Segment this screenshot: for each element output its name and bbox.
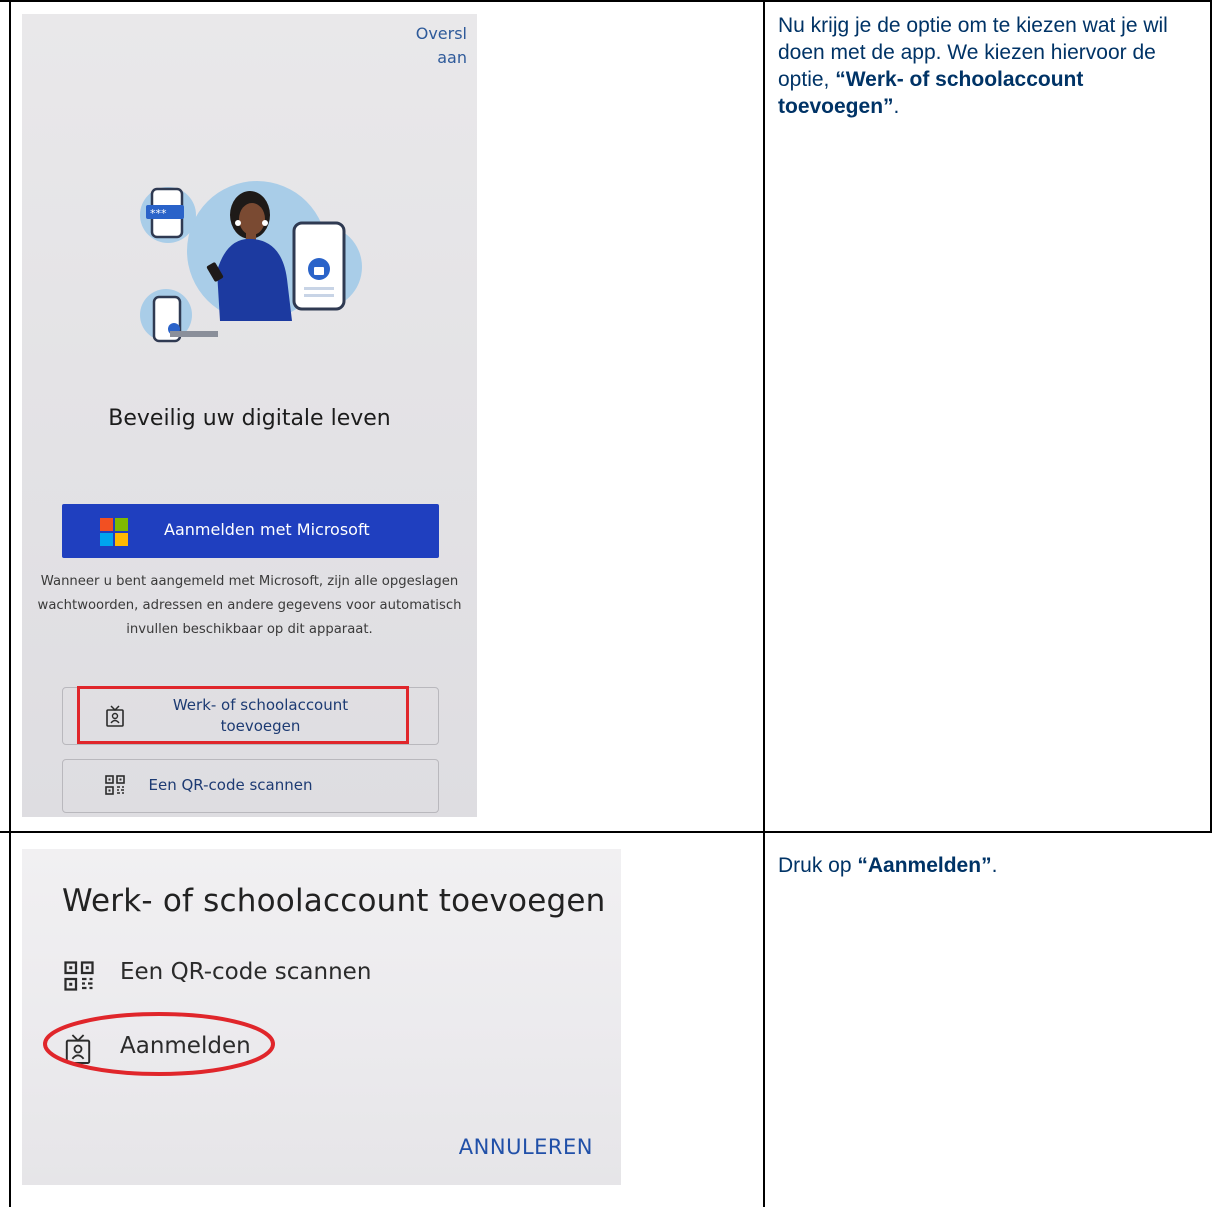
row2-instruction-end: . — [991, 854, 998, 877]
row1-instruction: Nu krijg je de optie om te kiezen wat je… — [778, 12, 1202, 120]
welcome-title: Beveilig uw digitale leven — [108, 406, 391, 431]
authenticator-welcome-screenshot: Oversl aan *** Beveilig uw digitale leve… — [22, 14, 477, 817]
table-border-left — [9, 0, 11, 1207]
qr-code-icon — [105, 775, 125, 795]
qr-code-icon — [64, 961, 94, 991]
scan-qr-code-label: Een QR-code scannen — [148, 776, 313, 794]
dialog-title: Werk- of schoolaccount toevoegen — [62, 883, 606, 919]
microsoft-logo-icon — [100, 518, 128, 546]
row2-instruction: Druk op “Aanmelden”. — [778, 852, 1202, 879]
security-illustration: *** — [140, 181, 362, 343]
scan-qr-code-option[interactable]: Een QR-code scannen — [64, 959, 404, 993]
row2-instruction-text: Druk op — [778, 854, 852, 877]
cancel-button[interactable]: ANNULEREN — [459, 1135, 593, 1159]
sign-in-description: Wanneer u bent aangemeld met Microsoft, … — [22, 570, 477, 642]
sign-in-microsoft-label: Aanmelden met Microsoft — [164, 520, 370, 539]
skip-link[interactable]: Oversl aan — [397, 22, 467, 70]
highlight-rectangle — [77, 686, 409, 744]
row1-instruction-end: . — [893, 95, 900, 118]
sign-in-description-text: Wanneer u bent aangemeld met Microsoft, … — [37, 574, 462, 637]
scan-qr-code-button[interactable]: Een QR-code scannen — [62, 759, 439, 813]
add-account-dialog-screenshot: Werk- of schoolaccount toevoegen Een QR-… — [22, 849, 621, 1185]
scan-qr-code-option-label: Een QR-code scannen — [120, 959, 372, 985]
instruction-table: Nu krijg je de optie om te kiezen wat je… — [0, 0, 1212, 1207]
table-border-top — [0, 0, 1212, 2]
highlight-oval — [43, 1012, 275, 1076]
row2-instruction-bold: “Aanmelden” — [857, 854, 992, 877]
password-dots: *** — [150, 207, 167, 220]
table-border-center — [763, 0, 765, 1207]
table-border-middle — [0, 831, 1212, 833]
sign-in-microsoft-button[interactable]: Aanmelden met Microsoft — [62, 504, 439, 558]
